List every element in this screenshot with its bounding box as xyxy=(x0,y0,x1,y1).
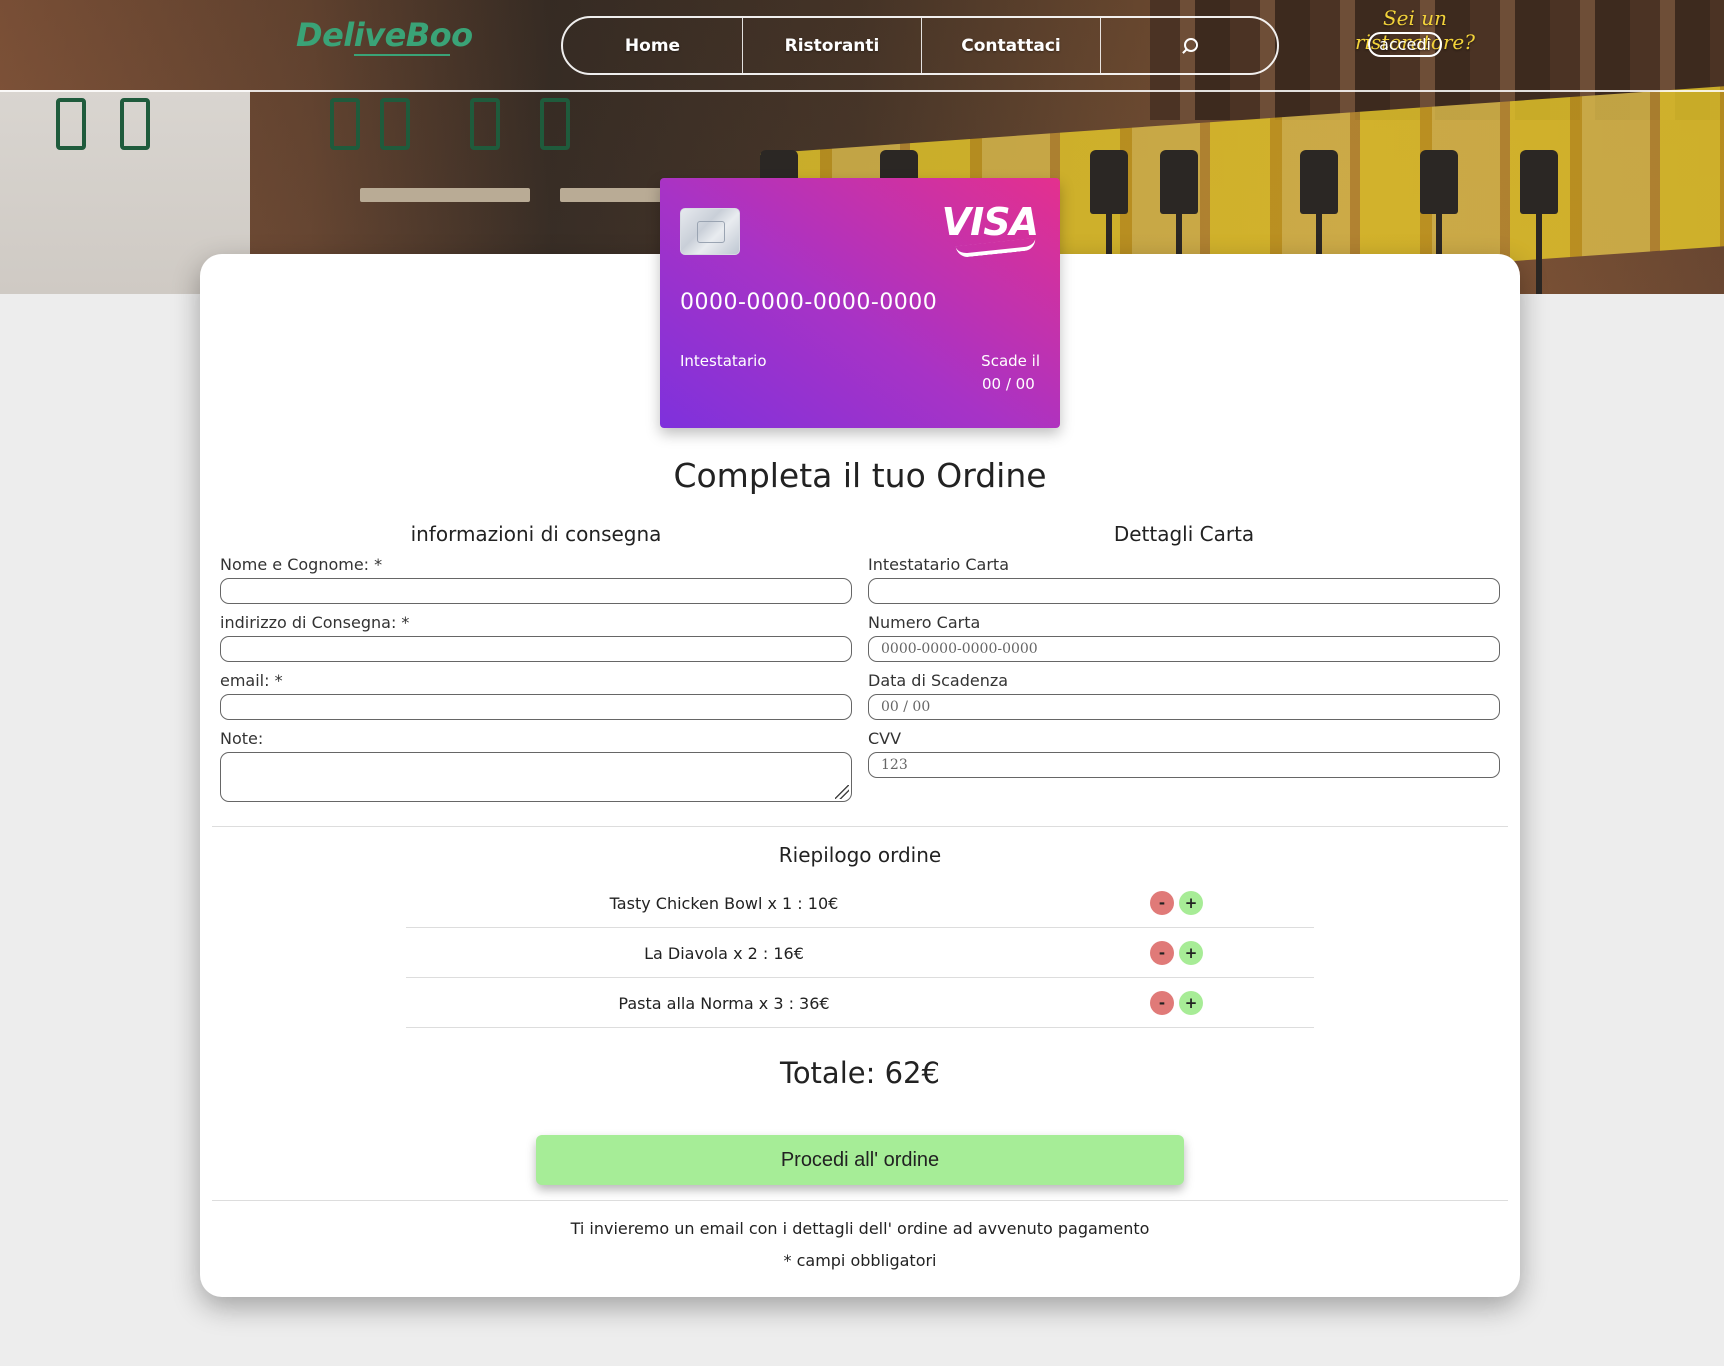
divider xyxy=(212,1200,1508,1201)
card-expiry-label: Scade il xyxy=(981,352,1040,370)
cvv-field[interactable]: 123 xyxy=(868,752,1500,778)
decrease-quantity-button[interactable]: - xyxy=(1150,991,1174,1015)
proceed-order-button[interactable]: Procedi all' ordine xyxy=(536,1135,1184,1185)
name-label: Nome e Cognome: * xyxy=(220,555,383,574)
card-number-label: Numero Carta xyxy=(868,613,981,632)
increase-quantity-button[interactable]: + xyxy=(1179,991,1203,1015)
order-item-text: La Diavola x 2 : 16€ xyxy=(644,943,804,963)
chair xyxy=(330,98,360,150)
login-button[interactable]: accedi xyxy=(1368,32,1442,57)
logo-text: DeliveBoo xyxy=(296,16,473,54)
card-number-field[interactable]: 0000-0000-0000-0000 xyxy=(868,636,1500,662)
order-item-text: Tasty Chicken Bowl x 1 : 10€ xyxy=(609,893,839,913)
order-total: Totale: 62€ xyxy=(780,1056,940,1090)
table xyxy=(360,188,530,202)
card-chip-icon xyxy=(680,208,740,255)
chair xyxy=(56,98,86,150)
page-title: Completa il tuo Ordine xyxy=(673,456,1047,495)
expiry-label: Data di Scadenza xyxy=(868,671,1009,690)
chair xyxy=(380,98,410,150)
increase-quantity-button[interactable]: + xyxy=(1179,941,1203,965)
credit-card-preview: VISA 0000-0000-0000-0000 Intestatario Sc… xyxy=(660,178,1060,428)
resize-grip-icon[interactable] xyxy=(835,785,849,799)
chair xyxy=(470,98,500,150)
chair xyxy=(120,98,150,150)
email-notice: Ti invieremo un email con i dettagli del… xyxy=(570,1219,1150,1238)
increase-quantity-button[interactable]: + xyxy=(1179,891,1203,915)
card-number-display: 0000-0000-0000-0000 xyxy=(680,290,938,315)
decrease-quantity-button[interactable]: - xyxy=(1150,941,1174,965)
card-expiry-display: 00 / 00 xyxy=(982,375,1035,393)
name-field[interactable] xyxy=(220,578,852,604)
order-item: Tasty Chicken Bowl x 1 : 10€ - + xyxy=(406,878,1314,928)
nav-contattaci[interactable]: Contattaci xyxy=(922,18,1101,73)
address-field[interactable] xyxy=(220,636,852,662)
email-label: email: * xyxy=(220,671,283,690)
card-details-heading: Dettagli Carta xyxy=(1113,522,1255,546)
bar-stool xyxy=(1520,150,1558,294)
main-nav: Home Ristoranti Contattaci xyxy=(561,16,1279,75)
summary-heading: Riepilogo ordine xyxy=(778,843,942,867)
bar-stool xyxy=(1420,150,1458,294)
header-divider xyxy=(0,90,1724,92)
nav-home[interactable]: Home xyxy=(563,18,743,73)
card-holder-field[interactable] xyxy=(868,578,1500,604)
order-item: Pasta alla Norma x 3 : 36€ - + xyxy=(406,978,1314,1028)
bar-stool xyxy=(1160,150,1198,294)
logo-underline xyxy=(354,54,450,56)
card-holder-display: Intestatario xyxy=(680,352,767,370)
cvv-label: CVV xyxy=(868,729,902,748)
divider xyxy=(212,826,1508,827)
search-icon xyxy=(1181,37,1198,54)
order-item: La Diavola x 2 : 16€ - + xyxy=(406,928,1314,978)
expiry-field[interactable]: 00 / 00 xyxy=(868,694,1500,720)
delivery-heading: informazioni di consegna xyxy=(410,522,662,546)
order-item-text: Pasta alla Norma x 3 : 36€ xyxy=(618,993,830,1013)
card-holder-label: Intestatario Carta xyxy=(868,555,1009,574)
logo[interactable]: DeliveBoo xyxy=(296,16,473,54)
bar-stool xyxy=(1300,150,1338,294)
bar-stool xyxy=(1090,150,1128,294)
notes-textarea[interactable] xyxy=(220,752,852,802)
email-field[interactable] xyxy=(220,694,852,720)
required-notice: * campi obbligatori xyxy=(783,1251,937,1270)
notes-label: Note: xyxy=(220,729,264,748)
visa-logo: VISA xyxy=(941,200,1039,244)
search-button[interactable] xyxy=(1101,18,1277,73)
nav-ristoranti[interactable]: Ristoranti xyxy=(743,18,922,73)
decrease-quantity-button[interactable]: - xyxy=(1150,891,1174,915)
chair xyxy=(540,98,570,150)
address-label: indirizzo di Consegna: * xyxy=(220,613,410,632)
